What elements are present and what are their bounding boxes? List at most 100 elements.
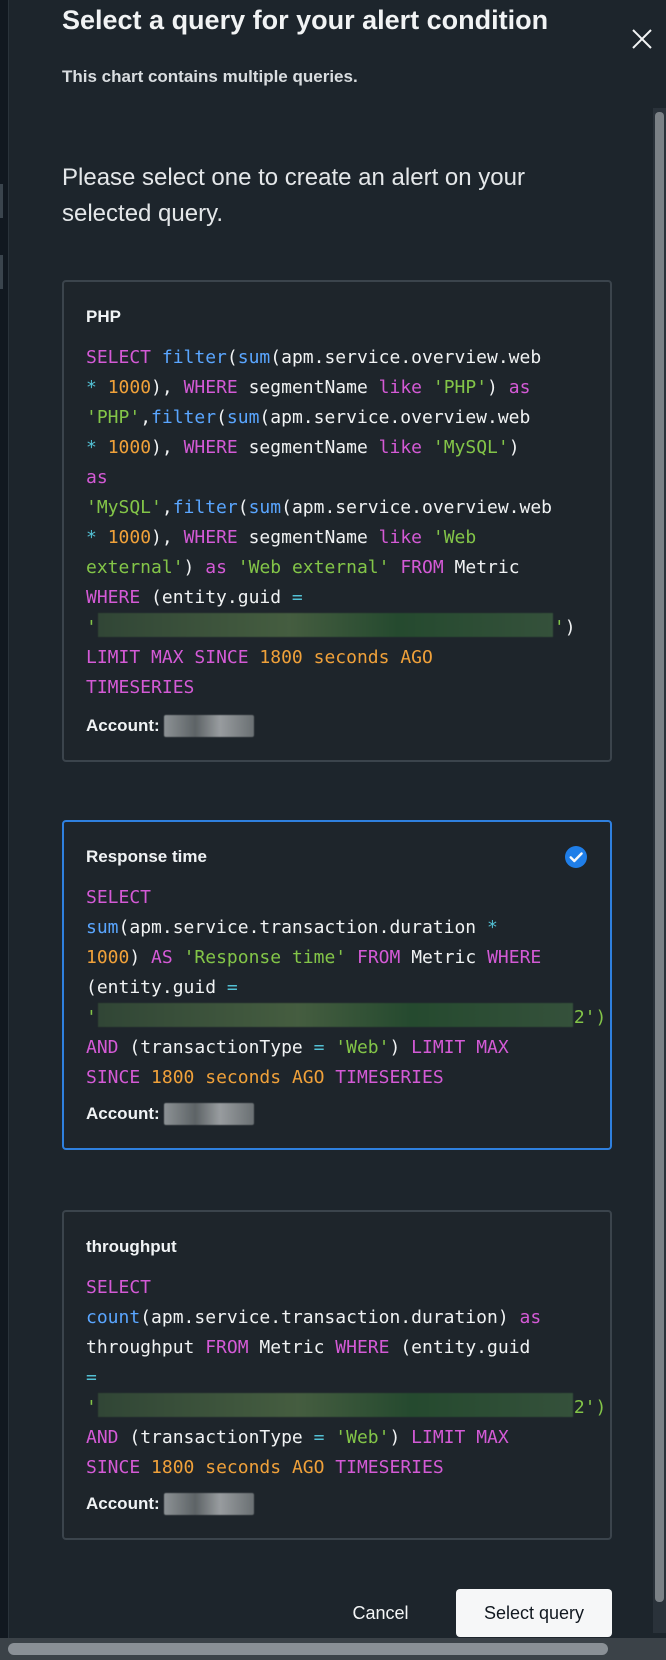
horizontal-scrollbar-thumb[interactable] [8, 1643, 608, 1655]
query-token: segmentName [248, 437, 368, 458]
query-token: LIMIT [411, 1427, 466, 1448]
query-token: 'MySQL' [86, 497, 162, 518]
query-token: LIMIT [86, 647, 141, 668]
left-rail-marker [0, 184, 3, 218]
query-token: segmentName [248, 377, 368, 398]
query-token: WHERE [183, 437, 238, 458]
query-token: 2') [573, 1007, 607, 1028]
query-token: apm.service.overview.web [281, 347, 542, 368]
query-token: 1000 [107, 377, 152, 398]
query-token: as [519, 1307, 542, 1328]
query-card-throughput[interactable]: throughput SELECT count(apm.service.tran… [62, 1210, 612, 1540]
query-token: Metric [411, 947, 477, 968]
query-token: AND [86, 1427, 119, 1448]
query-token: * [86, 437, 97, 458]
query-token: WHERE [183, 377, 238, 398]
query-token: SINCE [194, 647, 249, 668]
throughput-query-text: SELECT count(apm.service.transaction.dur… [86, 1277, 607, 1478]
query-token: 1000 [86, 947, 130, 968]
query-token: FROM [205, 1337, 249, 1358]
check-circle-icon [564, 845, 588, 869]
alert-query-selection-modal: Select a query for your alert condition … [0, 0, 666, 1660]
query-token: 1800 [151, 1457, 195, 1478]
query-token: as [86, 467, 108, 488]
query-token: 'Response time' [183, 947, 347, 968]
cancel-button[interactable]: Cancel [342, 1589, 419, 1637]
query-token: AGO [291, 1457, 325, 1478]
query-token: sum [237, 347, 271, 368]
close-icon [632, 29, 652, 49]
query-token: FROM [356, 947, 401, 968]
query-token: apm.service.transaction.duration [129, 917, 477, 938]
query-token: LIMIT [411, 1037, 466, 1058]
query-token: ' [86, 617, 97, 638]
left-side-rail [0, 0, 9, 1638]
query-token: WHERE [86, 587, 141, 608]
account-label: Account: [86, 1494, 160, 1513]
query-token: filter [151, 407, 217, 428]
query-token: Metric [454, 557, 520, 578]
left-rail-marker [0, 255, 3, 289]
masked-entity-guid [97, 1003, 573, 1027]
query-token: 1800 [151, 1067, 195, 1088]
query-token: throughput [86, 1337, 195, 1358]
query-card-php[interactable]: PHP SELECT filter(sum(apm.service.overvi… [62, 280, 612, 762]
masked-entity-guid [97, 1393, 573, 1417]
query-account: Account: [86, 1102, 254, 1126]
query-token: count [86, 1307, 141, 1328]
query-token: like [378, 437, 423, 458]
masked-account-id [163, 1493, 254, 1515]
response-time-query-text: SELECT sum(apm.service.transaction.durat… [86, 887, 607, 1088]
query-token: 1000 [107, 527, 152, 548]
query-token: SELECT [86, 887, 152, 908]
query-token: (transactionType [129, 1037, 303, 1058]
query-token: like [378, 527, 423, 548]
query-token: seconds [205, 1067, 282, 1088]
query-token: WHERE [487, 947, 542, 968]
vertical-scrollbar-thumb[interactable] [655, 112, 664, 1602]
query-token: = [86, 1367, 97, 1388]
close-button[interactable] [627, 24, 657, 54]
horizontal-scrollbar[interactable] [0, 1638, 666, 1660]
query-card-title: PHP [86, 307, 121, 326]
query-token: 'MySQL' [432, 437, 509, 458]
query-token: TIMESERIES [86, 677, 195, 698]
query-token: ) [564, 617, 576, 638]
query-token: seconds [313, 647, 390, 668]
select-query-button[interactable]: Select query [456, 1589, 612, 1637]
query-token: 'Web' [335, 1427, 390, 1448]
query-card-title: throughput [86, 1237, 177, 1256]
query-token: external' [86, 557, 184, 578]
query-token: filter [161, 347, 227, 368]
query-token: FROM [400, 557, 444, 578]
query-token: 2') [573, 1397, 607, 1418]
query-token: TIMESERIES [335, 1067, 444, 1088]
query-token: * [86, 527, 97, 548]
query-token: WHERE [183, 527, 238, 548]
query-token: ' [86, 1397, 97, 1418]
query-token: WHERE [335, 1337, 390, 1358]
query-token: SINCE [86, 1067, 141, 1088]
query-token: 1800 [259, 647, 303, 668]
query-token: (entity.guid [400, 1337, 531, 1358]
query-card-response-time[interactable]: Response time SELECT sum(apm.service.tra… [62, 820, 612, 1150]
query-token: MAX [476, 1427, 509, 1448]
query-token: apm.service.transaction.duration [151, 1307, 498, 1328]
query-token: AND [86, 1037, 119, 1058]
query-token: (entity.guid [86, 977, 217, 998]
query-token: (entity.guid [151, 587, 282, 608]
query-token: as [508, 377, 531, 398]
query-token: TIMESERIES [335, 1457, 444, 1478]
query-token: SELECT [86, 347, 152, 368]
query-token: ' [86, 1007, 97, 1028]
query-token: * [86, 377, 97, 398]
query-token: AGO [400, 647, 433, 668]
query-token: = [313, 1037, 325, 1058]
query-token: AGO [291, 1067, 325, 1088]
query-token: (transactionType [129, 1427, 303, 1448]
query-token: seconds [205, 1457, 282, 1478]
query-token: segmentName [248, 527, 368, 548]
account-label: Account: [86, 1104, 160, 1123]
query-token: 'Web' [335, 1037, 390, 1058]
query-token: = [291, 587, 303, 608]
